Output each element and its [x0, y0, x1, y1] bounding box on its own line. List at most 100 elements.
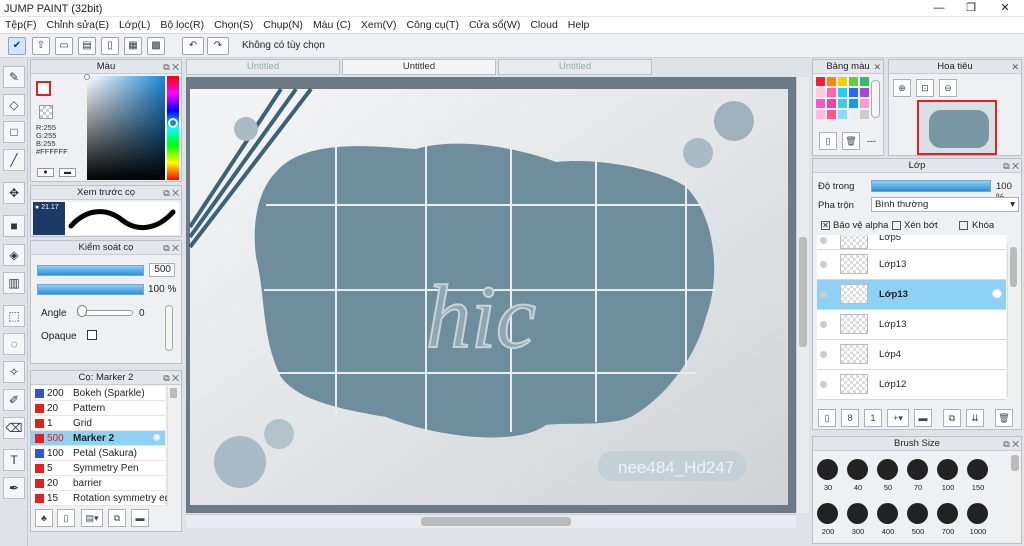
color-swatch[interactable]	[849, 88, 858, 97]
visibility-icon[interactable]	[820, 321, 827, 328]
hue-handle[interactable]	[168, 118, 178, 128]
color-picker-icon[interactable]: ▬	[59, 168, 76, 177]
layer-row[interactable]: Lớp13	[817, 310, 1006, 340]
bucket-tool-icon[interactable]: ◈	[3, 244, 25, 266]
brush-settings-icon[interactable]: ♣	[35, 509, 53, 527]
gear-icon[interactable]: ✺	[153, 431, 161, 446]
fill-rect-tool-icon[interactable]: ■	[3, 215, 25, 237]
new-layer-1bit-icon[interactable]: 1	[864, 409, 882, 427]
color-swatch[interactable]	[827, 77, 836, 86]
color-swatch[interactable]	[838, 99, 847, 108]
select-eraser-icon[interactable]: ⌫	[3, 417, 25, 439]
close-button[interactable]: ✕	[990, 1, 1020, 16]
rect-select-icon[interactable]: ⬚	[3, 305, 25, 327]
canvas-vertical-scrollbar[interactable]	[796, 77, 809, 513]
transparent-swatch[interactable]	[39, 105, 53, 119]
color-mode-icon[interactable]: ●	[37, 168, 54, 177]
message-icon[interactable]: ▤	[78, 37, 96, 55]
menu-help[interactable]: Help	[563, 17, 595, 34]
brush-size-scrollbar[interactable]	[1009, 453, 1021, 541]
duplicate-layer-icon[interactable]: ⧉	[943, 409, 961, 427]
panel-close-icon[interactable]: ✕	[873, 61, 881, 74]
new-layer-icon[interactable]: ▯	[818, 409, 836, 427]
color-swatch[interactable]	[860, 110, 869, 119]
undo-icon[interactable]: ↶	[182, 37, 204, 55]
panel-close-icon[interactable]: ⧉ ✕	[163, 372, 179, 385]
lock-checkbox[interactable]	[959, 221, 968, 230]
color-swatch[interactable]	[827, 99, 836, 108]
brush-list-item[interactable]: 5 Symmetry Pen	[31, 461, 165, 476]
layer-row[interactable]: Lớp13	[817, 250, 1006, 280]
color-swatch[interactable]	[860, 99, 869, 108]
menu-file[interactable]: Tệp(F)	[0, 17, 42, 34]
brush-size-dot[interactable]	[937, 459, 958, 480]
layer-row[interactable]: Lớp5	[817, 235, 1006, 250]
brush-tool-icon[interactable]: ✎	[3, 66, 25, 88]
maximize-button[interactable]: ❐	[956, 1, 986, 16]
layer-row[interactable]: Lớp13 ✺	[817, 280, 1006, 310]
color-swatch[interactable]	[860, 77, 869, 86]
color-swatch[interactable]	[860, 88, 869, 97]
brush-list-item[interactable]: 1 Grid	[31, 416, 165, 431]
visibility-icon[interactable]	[820, 291, 827, 298]
brush-size-dot[interactable]	[817, 503, 838, 524]
menu-edit[interactable]: Chỉnh sửa(E)	[42, 17, 114, 34]
add-layer-menu-icon[interactable]: +▾	[887, 409, 909, 427]
color-swatch[interactable]	[816, 88, 825, 97]
redo-icon[interactable]: ↷	[207, 37, 229, 55]
page-icon[interactable]: ▯	[101, 37, 119, 55]
brush-size-dot[interactable]	[847, 459, 868, 480]
new-swatch-icon[interactable]: ▯	[819, 132, 837, 150]
color-swatch[interactable]	[838, 88, 847, 97]
brush-folder-icon[interactable]: ▬	[131, 509, 149, 527]
canvas-horizontal-scrollbar[interactable]	[186, 514, 796, 528]
brush-size-dot[interactable]	[877, 459, 898, 480]
brush-list-item[interactable]: 15 Rotation symmetry edg	[31, 491, 176, 506]
rectangle-tool-icon[interactable]: □	[3, 121, 25, 143]
eraser-tool-icon[interactable]: ◇	[3, 94, 25, 116]
brush-size-dot[interactable]	[817, 459, 838, 480]
lasso-select-icon[interactable]: ◌	[3, 333, 25, 355]
brush-size-dot[interactable]	[877, 503, 898, 524]
brush-size-dot[interactable]	[907, 503, 928, 524]
copy-brush-icon[interactable]: ⧉	[108, 509, 126, 527]
menu-tools[interactable]: Công cụ(T)	[401, 17, 464, 34]
line-tool-icon[interactable]: ╱	[3, 149, 25, 171]
color-swatch[interactable]	[849, 99, 858, 108]
layer-row[interactable]: Lớp12	[817, 370, 1006, 400]
color-swatch[interactable]	[816, 77, 825, 86]
canvas-artwork[interactable]: hic nee484_Hd247	[186, 77, 796, 513]
new-brush-icon[interactable]: ▯	[57, 509, 75, 527]
gear-icon[interactable]: ✺	[992, 287, 1002, 301]
menu-capture[interactable]: Chụp(N)	[258, 17, 308, 34]
panel-close-icon[interactable]: ⧉ ✕	[1003, 160, 1019, 173]
color-swatch[interactable]	[849, 77, 858, 86]
fit-view-icon[interactable]: ⊡	[916, 79, 934, 97]
color-swatch[interactable]	[827, 110, 836, 119]
menu-filter[interactable]: Bộ lọc(R)	[155, 17, 209, 34]
menu-view[interactable]: Xem(V)	[356, 17, 402, 34]
layer-opacity-slider[interactable]	[871, 180, 991, 192]
panel-close-icon[interactable]: ⧉ ✕	[163, 187, 179, 200]
color-swatch[interactable]	[816, 110, 825, 119]
share-icon[interactable]: ⇧	[32, 37, 50, 55]
brush-menu-icon[interactable]: ▤▾	[81, 509, 103, 527]
merge-layer-icon[interactable]: ⇊	[966, 409, 984, 427]
visibility-icon[interactable]	[820, 237, 827, 244]
color-swatch[interactable]	[838, 77, 847, 86]
swatch-scrollbar[interactable]	[871, 80, 880, 118]
angle-slider-handle[interactable]	[77, 305, 87, 317]
brush-list-item[interactable]: 200 Bokeh (Sparkle)	[31, 386, 165, 401]
tab-untitled-3[interactable]: Untitled	[498, 59, 652, 75]
saturation-value-picker[interactable]	[87, 76, 165, 180]
delete-swatch-icon[interactable]: 🗑	[842, 132, 860, 150]
brush-list-scrollbar[interactable]	[167, 386, 179, 506]
visibility-icon[interactable]	[820, 351, 827, 358]
zoom-in-icon[interactable]: ⊕	[893, 79, 911, 97]
brush-size-dot[interactable]	[847, 503, 868, 524]
layer-folder-icon[interactable]: ▬	[914, 409, 932, 427]
clip-checkbox[interactable]	[892, 221, 901, 230]
text-tool-icon[interactable]: T	[3, 449, 25, 471]
document-icon[interactable]: ▦	[124, 37, 142, 55]
blend-mode-select[interactable]: Bình thường ▾	[871, 197, 1019, 212]
